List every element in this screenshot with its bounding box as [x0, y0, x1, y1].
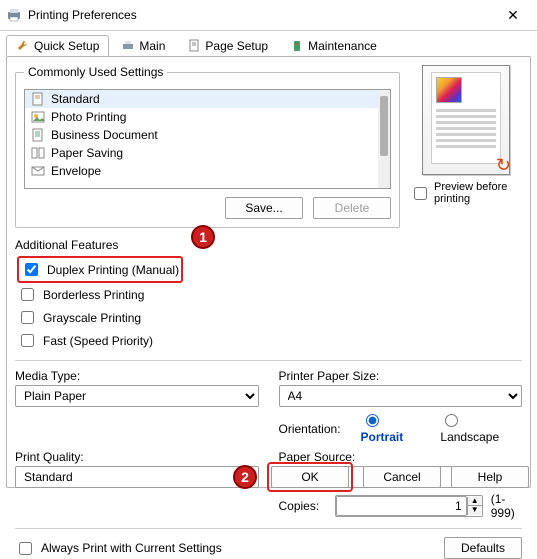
radio-label: Portrait	[361, 430, 404, 444]
paper-size-select[interactable]: A4	[279, 385, 523, 407]
feature-label: Fast (Speed Priority)	[43, 334, 153, 348]
feature-grayscale[interactable]: Grayscale Printing	[17, 306, 522, 329]
envelope-icon	[31, 164, 45, 178]
maintenance-icon	[290, 39, 304, 53]
delete-button: Delete	[313, 197, 391, 219]
printer-icon	[121, 39, 135, 53]
duplex-highlight: Duplex Printing (Manual)	[17, 256, 183, 283]
callout-2: 2	[233, 465, 257, 489]
duplex-checkbox[interactable]	[25, 263, 38, 276]
media-type-select[interactable]: Plain Paper	[15, 385, 259, 407]
list-item-label: Envelope	[51, 164, 101, 178]
list-item-label: Paper Saving	[51, 146, 123, 160]
help-button[interactable]: Help	[451, 466, 529, 488]
list-item[interactable]: Business Document	[25, 126, 390, 144]
print-quality-label: Print Quality:	[15, 450, 259, 464]
feature-borderless[interactable]: Borderless Printing	[17, 283, 522, 306]
tab-label: Maintenance	[308, 39, 377, 53]
additional-features-legend: Additional Features	[15, 238, 522, 252]
spin-down-icon[interactable]: ▼	[468, 506, 482, 515]
divider	[15, 528, 522, 529]
media-type-label: Media Type:	[15, 369, 259, 383]
preview-before-input[interactable]	[414, 187, 427, 200]
commonly-used-fieldset: Commonly Used Settings Standard Photo Pr…	[15, 65, 400, 228]
settings-list[interactable]: Standard Photo Printing Business Documen…	[24, 89, 391, 189]
tab-page-setup[interactable]: Page Setup	[177, 35, 278, 56]
preview-thumbnail: ↻	[422, 65, 510, 175]
feature-duplex[interactable]: Duplex Printing (Manual)	[21, 258, 179, 281]
defaults-button[interactable]: Defaults	[444, 537, 522, 559]
list-item-label: Standard	[51, 92, 100, 106]
standard-icon	[31, 92, 45, 106]
portrait-radio[interactable]	[366, 414, 379, 427]
radio-label: Landscape	[440, 430, 499, 444]
preview-before-checkbox[interactable]: Preview before printing	[410, 181, 522, 205]
tab-maintenance[interactable]: Maintenance	[280, 35, 387, 56]
spin-up-icon[interactable]: ▲	[468, 497, 482, 506]
dialog-actions: 2 OK Cancel Help	[233, 462, 529, 492]
list-item[interactable]: Paper Saving	[25, 144, 390, 162]
preview-before-label: Preview before printing	[434, 181, 522, 205]
media-type-field: Media Type: Plain Paper	[15, 369, 259, 446]
cancel-button[interactable]: Cancel	[363, 466, 441, 488]
list-item[interactable]: Envelope	[25, 162, 390, 180]
print-quality-select[interactable]: Standard	[15, 466, 259, 488]
orientation-landscape[interactable]: Landscape	[440, 411, 522, 444]
window-title: Printing Preferences	[28, 8, 497, 22]
copies-label: Copies:	[279, 499, 320, 513]
close-button[interactable]: ✕	[497, 4, 529, 26]
grayscale-checkbox[interactable]	[21, 311, 34, 324]
print-quality-field: Print Quality: Standard	[15, 450, 259, 520]
photo-icon	[31, 110, 45, 124]
tab-quick-setup[interactable]: Quick Setup	[6, 35, 109, 56]
flip-arrow-icon: ↻	[496, 155, 511, 176]
scrollbar[interactable]	[378, 90, 390, 188]
commonly-used-legend: Commonly Used Settings	[24, 65, 167, 79]
copies-input[interactable]	[336, 496, 467, 516]
tab-label: Main	[139, 39, 165, 53]
divider	[15, 360, 522, 361]
tab-label: Page Setup	[205, 39, 268, 53]
always-print-input[interactable]	[19, 542, 32, 555]
page-icon	[187, 39, 201, 53]
feature-label: Borderless Printing	[43, 288, 144, 302]
copies-range: (1-999)	[491, 492, 522, 520]
feature-fast[interactable]: Fast (Speed Priority)	[17, 329, 522, 352]
callout-1: 1	[191, 225, 215, 249]
fast-checkbox[interactable]	[21, 334, 34, 347]
ok-button[interactable]: OK	[271, 466, 349, 488]
ok-highlight: OK	[267, 462, 353, 492]
save-button[interactable]: Save...	[225, 197, 303, 219]
paper-size-field: Printer Paper Size: A4 Orientation: Port…	[279, 369, 523, 446]
list-item-label: Business Document	[51, 128, 158, 142]
document-icon	[31, 128, 45, 142]
tab-main[interactable]: Main	[111, 35, 175, 56]
tabbar: Quick Setup Main Page Setup Maintenance	[0, 31, 537, 56]
paper-size-label: Printer Paper Size:	[279, 369, 523, 383]
landscape-radio[interactable]	[445, 414, 458, 427]
always-print-label: Always Print with Current Settings	[41, 541, 222, 555]
list-item-label: Photo Printing	[51, 110, 126, 124]
copies-spinner[interactable]: ▲ ▼	[335, 495, 483, 517]
feature-label: Duplex Printing (Manual)	[47, 263, 179, 277]
feature-label: Grayscale Printing	[43, 311, 141, 325]
orientation-label: Orientation:	[279, 422, 341, 436]
list-item[interactable]: Photo Printing	[25, 108, 390, 126]
wrench-icon	[16, 39, 30, 53]
paper-saving-icon	[31, 146, 45, 160]
titlebar: Printing Preferences ✕	[0, 0, 537, 31]
printer-app-icon	[6, 7, 22, 23]
main-panel: Commonly Used Settings Standard Photo Pr…	[6, 56, 531, 488]
list-item[interactable]: Standard	[25, 90, 390, 108]
always-print-checkbox[interactable]: Always Print with Current Settings	[15, 539, 222, 558]
orientation-portrait[interactable]: Portrait	[361, 411, 427, 444]
tab-label: Quick Setup	[34, 39, 99, 53]
borderless-checkbox[interactable]	[21, 288, 34, 301]
